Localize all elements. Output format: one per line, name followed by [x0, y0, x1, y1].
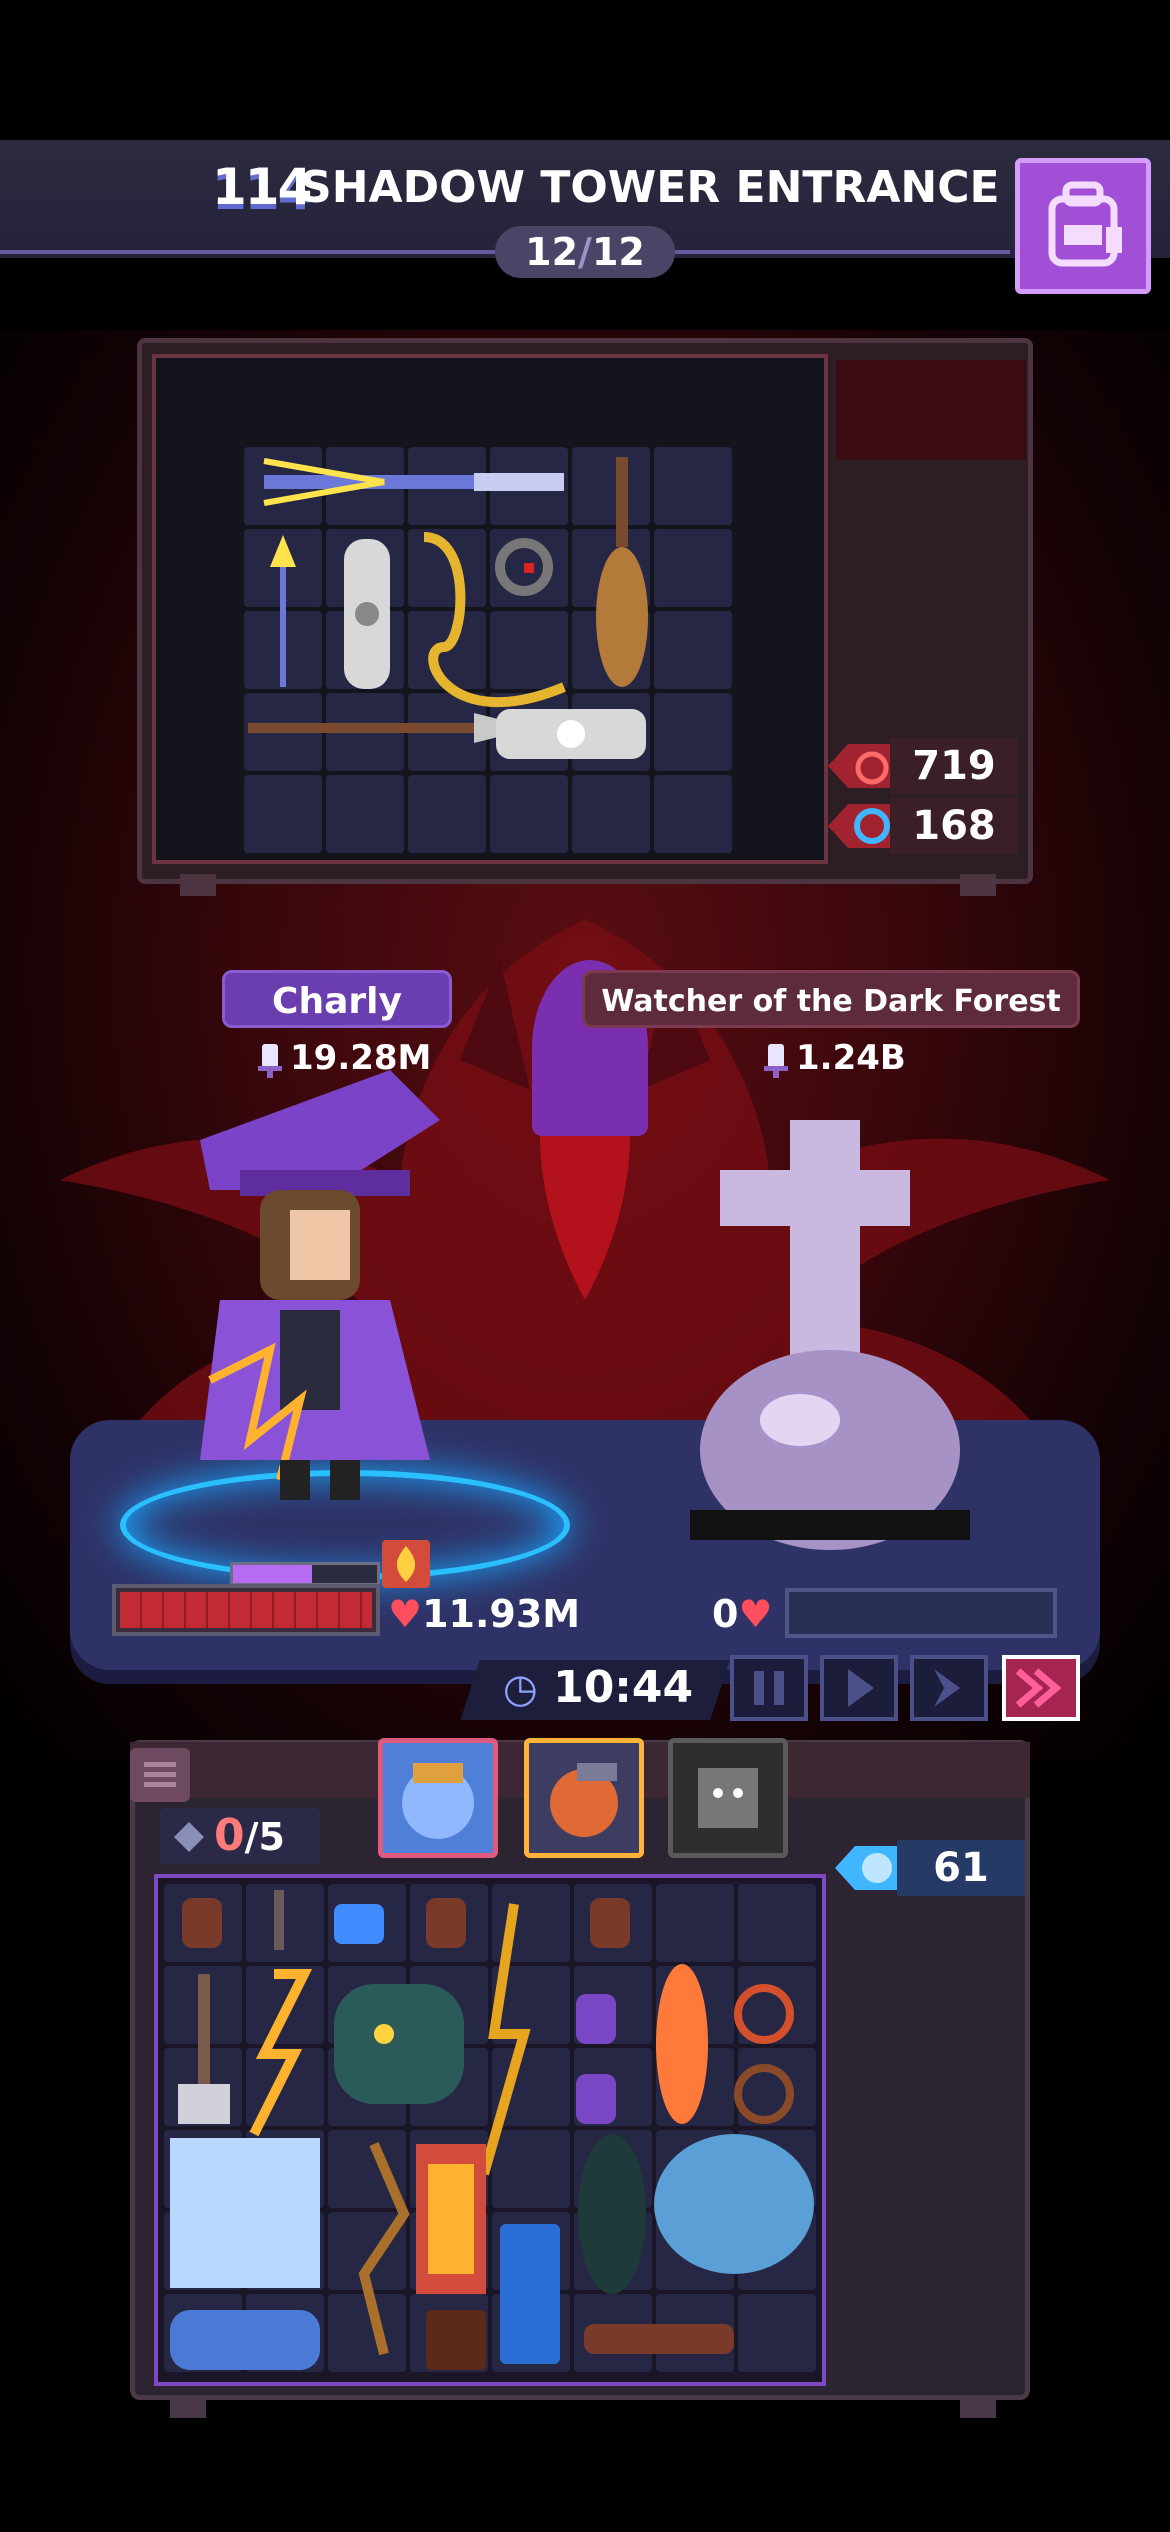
- treasure-chest-icon: [426, 2310, 486, 2370]
- double-chevron-icon: [1015, 1668, 1062, 1708]
- panel-leg: [170, 2396, 206, 2418]
- blue-sprite-icon: [402, 1763, 474, 1839]
- arrow-icon: [270, 535, 296, 687]
- fast-forward-icon: [934, 1669, 960, 1707]
- list-icon: [144, 1762, 176, 1787]
- sword-icon: [764, 1043, 788, 1078]
- backpack-button[interactable]: [1015, 158, 1151, 294]
- locked-sprite-icon: [698, 1768, 758, 1828]
- stage-title: SHADOW TOWER ENTRANCE: [300, 162, 1000, 213]
- ring-icon: [495, 538, 553, 596]
- panel-leg: [960, 874, 996, 896]
- level-number: 114: [212, 158, 312, 216]
- enemy-hp-value: 0: [712, 1592, 739, 1636]
- pause-icon: [754, 1671, 784, 1705]
- ice-crystal-icon: [334, 1904, 384, 1944]
- slots-used: 0: [214, 1810, 245, 1861]
- companion-portrait-blue[interactable]: [378, 1738, 498, 1858]
- stage-separator: /: [578, 230, 592, 274]
- battle-timer-value: 10:44: [553, 1662, 694, 1713]
- glove-icon: [590, 1898, 630, 1948]
- hero-hp-fill: [120, 1592, 372, 1628]
- gems-value: 61: [897, 1840, 1025, 1896]
- slots-total: /5: [244, 1815, 285, 1859]
- panel-leg: [960, 2396, 996, 2418]
- equipped-items[interactable]: [244, 447, 740, 777]
- attack-value: 719: [890, 738, 1018, 794]
- potion-icon: [576, 1994, 616, 2124]
- enemy-power: 1.24B: [764, 1036, 906, 1080]
- panel-leg: [180, 874, 216, 896]
- equip-slot[interactable]: [490, 775, 568, 853]
- backpack-icon: [1048, 181, 1122, 267]
- stage-current: 12: [525, 230, 579, 274]
- blue-bird-pet-icon: [654, 2134, 814, 2274]
- bag-items[interactable]: [164, 1884, 820, 2376]
- slot-counter: 0/5: [160, 1808, 320, 1864]
- bag-menu-button[interactable]: [130, 1748, 190, 1802]
- telescope-icon: [584, 2324, 734, 2354]
- companion-portrait-fox[interactable]: [524, 1738, 644, 1858]
- play-button[interactable]: [820, 1655, 898, 1721]
- equip-slot[interactable]: [572, 775, 650, 853]
- fire-ring-icon: [734, 1984, 794, 2124]
- fire-scroll-icon: [416, 2144, 486, 2294]
- equip-slot[interactable]: [408, 775, 486, 853]
- enemy-hp-bar: [785, 1588, 1057, 1638]
- heart-icon: ♥: [738, 1592, 773, 1636]
- gem-icon: [835, 1846, 901, 1890]
- saw-blade-icon: [344, 539, 390, 689]
- spear-icon: [248, 713, 534, 743]
- dagger-icon: [274, 1890, 284, 1950]
- battle-timer: ◷ 10:44: [478, 1655, 718, 1721]
- rune-shield-icon: [578, 2134, 646, 2294]
- hero-witch-sprite: [200, 1070, 440, 1500]
- crossbow-icon: [263, 458, 564, 506]
- defense-gear-icon: [828, 804, 894, 848]
- heart-icon: ♥: [388, 1592, 423, 1636]
- enemy-power-value: 1.24B: [796, 1038, 906, 1078]
- hero-name-tag: Charly: [222, 970, 452, 1028]
- glove-icon: [426, 1898, 466, 1948]
- stage-total: 12: [591, 230, 645, 274]
- hero-hp-value: 11.93M: [422, 1592, 581, 1636]
- enemy-hp: 0♥: [712, 1592, 773, 1636]
- attack-stat: 719: [828, 738, 1028, 794]
- defense-stat: 168: [828, 798, 1028, 854]
- fox-sprite-icon: [550, 1763, 618, 1837]
- enemy-tombstone-sprite: [690, 1120, 970, 1550]
- dragon-pet-icon: [334, 1984, 464, 2104]
- enemy-name-tag: Watcher of the Dark Forest: [582, 970, 1080, 1028]
- speed-3x-button[interactable]: [1002, 1655, 1080, 1721]
- attack-icon: [828, 744, 894, 788]
- frozen-block-icon: [170, 2138, 320, 2288]
- equip-slot[interactable]: [326, 775, 404, 853]
- gems-stat: 61: [835, 1840, 1045, 1896]
- hero-hp: ♥11.93M: [388, 1592, 580, 1636]
- clock-icon: ◷: [502, 1666, 538, 1712]
- equip-slot[interactable]: [654, 775, 732, 853]
- lute-icon: [596, 457, 648, 687]
- fire-feather-icon: [656, 1964, 708, 2124]
- equipment-panel-side: [836, 360, 1026, 460]
- stage-progress: 12/12: [495, 226, 675, 278]
- blue-crystal-icon: [500, 2224, 560, 2364]
- pause-button[interactable]: [730, 1655, 808, 1721]
- lightning-bolt-icon: [249, 1969, 313, 2137]
- bear-trap-icon: [496, 709, 646, 759]
- burn-status-icon: [382, 1540, 430, 1588]
- hammer-icon: [178, 1974, 230, 2124]
- play-icon: [848, 1669, 874, 1707]
- winged-boot-icon: [170, 2310, 320, 2370]
- speed-2x-button[interactable]: [910, 1655, 988, 1721]
- hero-shield-bar: [230, 1562, 380, 1586]
- glove-icon: [182, 1898, 222, 1948]
- bone-staff-icon: [358, 2142, 410, 2356]
- equip-slot[interactable]: [244, 775, 322, 853]
- diamond-icon: [174, 1822, 204, 1852]
- companion-portrait-locked[interactable]: [668, 1738, 788, 1858]
- defense-value: 168: [890, 798, 1018, 854]
- lightning-bolt-icon: [479, 1903, 531, 2176]
